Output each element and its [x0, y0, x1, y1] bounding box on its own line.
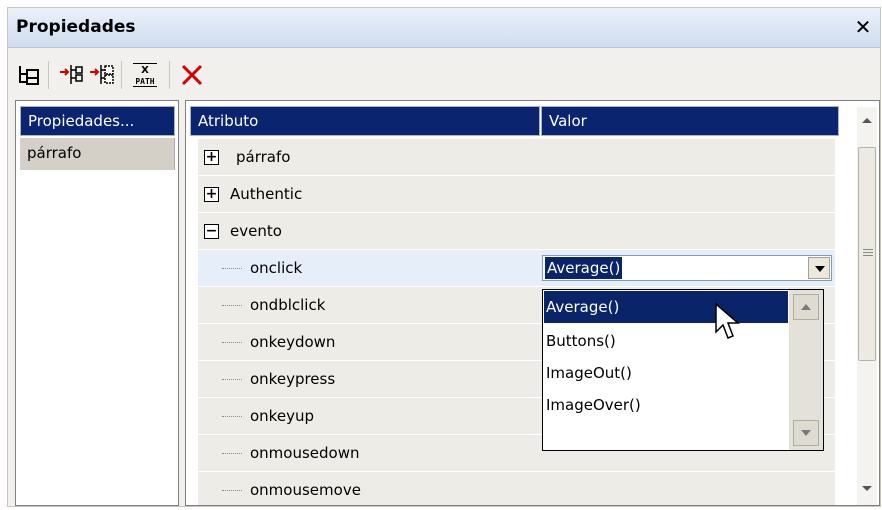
dropdown-option[interactable]: Average() [544, 291, 788, 323]
table-row[interactable]: onmousemove [190, 472, 835, 505]
table-row[interactable]: + Authentic [190, 176, 835, 213]
dropdown-option[interactable]: ImageOut() [544, 357, 788, 389]
toolbar-separator [48, 61, 49, 89]
tree-connector [222, 490, 242, 491]
column-header-atributo[interactable]: Atributo [190, 106, 540, 136]
expand-icon[interactable]: + [204, 187, 219, 202]
row-label: Authentic [230, 185, 303, 203]
value-cell[interactable] [540, 213, 835, 249]
row-label: onmousemove [250, 481, 361, 499]
scroll-up-button[interactable] [857, 107, 877, 133]
toolbar-separator [169, 61, 170, 89]
mouse-cursor-icon [714, 302, 744, 346]
expand-icon[interactable]: + [204, 150, 219, 165]
scrollbar-thumb[interactable] [858, 147, 876, 361]
dropdown-button[interactable] [808, 257, 830, 279]
dropdown-option[interactable]: Buttons() [544, 325, 788, 357]
vertical-scrollbar[interactable] [857, 107, 877, 505]
add-sibling-icon[interactable] [88, 62, 114, 88]
row-label: evento [230, 222, 282, 240]
dropdown-scroll-down-button[interactable] [793, 420, 819, 446]
table-row[interactable]: − evento [190, 213, 835, 250]
window-title: Propiedades [16, 17, 136, 37]
title-bar: Propiedades ✕ [8, 8, 880, 48]
left-column-header[interactable]: Propiedades... [20, 106, 175, 136]
row-label: onmousedown [250, 444, 360, 462]
xpath-path-label: PATH [135, 77, 154, 86]
column-header-valor[interactable]: Valor [541, 106, 839, 136]
chevron-up-icon [801, 304, 811, 310]
toolbar: X PATH [8, 49, 880, 99]
close-icon[interactable]: ✕ [852, 15, 874, 39]
add-child-icon[interactable] [58, 62, 84, 88]
chevron-down-icon [801, 430, 811, 436]
tree-connector [222, 305, 242, 306]
chevron-down-icon [815, 266, 825, 272]
row-label: onkeypress [250, 370, 336, 388]
toolbar-separator [121, 61, 122, 89]
value-cell[interactable] [540, 139, 835, 175]
row-label: párrafo [236, 148, 291, 166]
table-row[interactable]: + párrafo [190, 139, 835, 176]
dropdown-list: Average() Buttons() ImageOut() ImageOver… [542, 289, 824, 451]
value-cell[interactable] [540, 472, 835, 505]
row-label: onkeyup [250, 407, 314, 425]
row-label: ondblclick [250, 296, 326, 314]
row-label: onclick [250, 259, 303, 277]
table-row-selected[interactable]: onclick Average() [190, 250, 835, 287]
scroll-down-button[interactable] [857, 475, 877, 501]
delete-icon[interactable] [179, 62, 205, 88]
xpath-icon[interactable]: X PATH [130, 62, 160, 88]
combobox-value[interactable]: Average() [545, 257, 623, 279]
xpath-x-label: X [141, 65, 149, 76]
left-pane: Propiedades... párrafo [15, 100, 179, 506]
tree-view-icon[interactable] [16, 62, 42, 88]
value-combobox[interactable]: Average() [542, 255, 832, 281]
dropdown-option[interactable]: ImageOver() [544, 389, 788, 421]
tree-connector [222, 342, 242, 343]
tree-connector [222, 453, 242, 454]
dropdown-scroll-up-button[interactable] [793, 294, 819, 320]
collapse-icon[interactable]: − [204, 224, 219, 239]
dropdown-scrollbar[interactable] [789, 290, 823, 450]
row-label: onkeydown [250, 333, 336, 351]
tree-connector [222, 268, 242, 269]
tree-connector [222, 416, 242, 417]
value-cell[interactable] [540, 176, 835, 212]
left-list-item[interactable]: párrafo [20, 138, 175, 170]
tree-connector [222, 379, 242, 380]
